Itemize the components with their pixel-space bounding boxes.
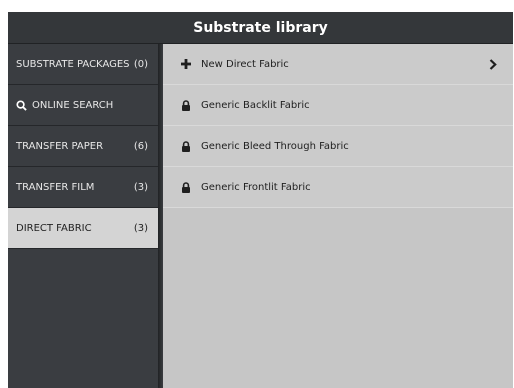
page-title: Substrate library bbox=[193, 19, 328, 36]
list-item[interactable]: Generic Frontlit Fabric bbox=[163, 167, 513, 208]
lock-icon bbox=[181, 140, 193, 152]
search-icon bbox=[16, 99, 27, 111]
substrate-list: New Direct Fabric Generic Backlit Fabric bbox=[163, 44, 513, 388]
lock-icon bbox=[181, 181, 193, 193]
sidebar-item-label: DIRECT FABRIC bbox=[16, 222, 92, 234]
sidebar-item-count: (6) bbox=[133, 140, 148, 152]
sidebar-item-label: SUBSTRATE PACKAGES bbox=[16, 58, 130, 70]
sidebar: SUBSTRATE PACKAGES (0) ONLINE SEARCH TRA… bbox=[8, 44, 162, 388]
sidebar-item-count: (3) bbox=[133, 181, 148, 193]
list-item-label: Generic Bleed Through Fabric bbox=[201, 140, 349, 152]
list-item[interactable]: Generic Backlit Fabric bbox=[163, 85, 513, 126]
sidebar-item-transfer-paper[interactable]: TRANSFER PAPER (6) bbox=[8, 126, 158, 167]
lock-icon bbox=[181, 99, 193, 111]
plus-icon bbox=[181, 59, 193, 69]
new-direct-fabric-item[interactable]: New Direct Fabric bbox=[163, 44, 513, 85]
sidebar-item-direct-fabric[interactable]: DIRECT FABRIC (3) bbox=[8, 208, 162, 249]
sidebar-item-transfer-film[interactable]: TRANSFER FILM (3) bbox=[8, 167, 158, 208]
sidebar-item-count: (0) bbox=[133, 58, 148, 70]
list-item[interactable]: Generic Bleed Through Fabric bbox=[163, 126, 513, 167]
title-bar: Substrate library bbox=[8, 12, 513, 44]
sidebar-item-label: TRANSFER FILM bbox=[16, 181, 95, 193]
sidebar-item-online-search[interactable]: ONLINE SEARCH bbox=[8, 85, 158, 126]
sidebar-item-count: (3) bbox=[133, 222, 148, 234]
sidebar-item-substrate-packages[interactable]: SUBSTRATE PACKAGES (0) bbox=[8, 44, 158, 85]
list-item-label: New Direct Fabric bbox=[201, 58, 289, 70]
list-item-label: Generic Backlit Fabric bbox=[201, 99, 310, 111]
substrate-library-window: Substrate library SUBSTRATE PACKAGES (0)… bbox=[8, 12, 513, 388]
sidebar-item-label: ONLINE SEARCH bbox=[32, 99, 114, 111]
chevron-right-icon bbox=[487, 58, 499, 70]
sidebar-item-label: TRANSFER PAPER bbox=[16, 140, 104, 152]
list-item-label: Generic Frontlit Fabric bbox=[201, 181, 311, 193]
